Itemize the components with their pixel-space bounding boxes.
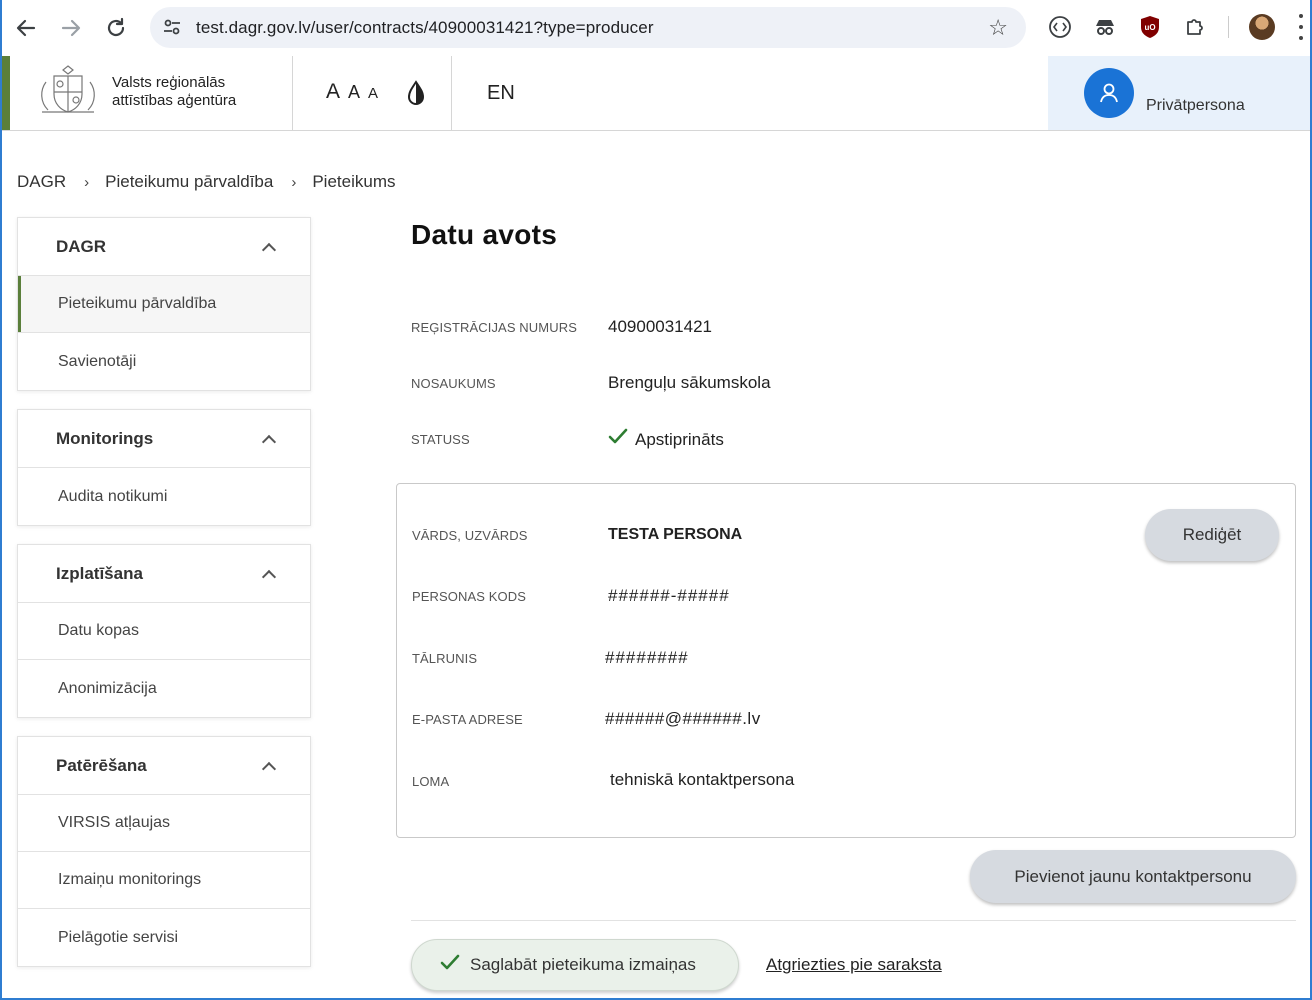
language-switch[interactable]: EN bbox=[487, 82, 515, 105]
reg-number-value: 40900031421 bbox=[608, 317, 713, 336]
profile-avatar[interactable] bbox=[1249, 14, 1275, 40]
personal-code-label: Personas kods bbox=[412, 589, 526, 604]
svg-text:uO: uO bbox=[1144, 23, 1155, 32]
back-arrow-icon[interactable] bbox=[10, 12, 42, 44]
menu-group-monitoring: Monitorings Audita notikumi bbox=[17, 409, 311, 526]
chevron-up-icon bbox=[261, 761, 277, 776]
font-size-control: A A A bbox=[326, 80, 378, 104]
menu-group-distribution: Izplatīšana Datu kopas Anonimizācija bbox=[17, 544, 311, 718]
person-name-value: TESTA PERSONA bbox=[608, 526, 743, 543]
sidebar-item-audit-events[interactable]: Audita notikumi bbox=[18, 468, 310, 525]
sidebar-item-virsis-permissions[interactable]: VIRSIS atļaujas bbox=[18, 795, 310, 852]
bookmark-star-icon[interactable]: ☆ bbox=[988, 15, 1008, 41]
site-header: Valsts reģionālās attīstības aģentūra A … bbox=[0, 56, 1312, 131]
sidebar: DAGR Pieteikumu pārvaldība Savienotāji M… bbox=[17, 217, 311, 985]
header-divider bbox=[292, 56, 293, 130]
sidebar-item-connectors[interactable]: Savienotāji bbox=[18, 333, 310, 390]
ublock-shield-icon[interactable]: uO bbox=[1137, 14, 1163, 40]
divider bbox=[411, 920, 1296, 921]
person-name-label: Vārds, uzvārds bbox=[412, 528, 528, 543]
sidebar-item-anonymization[interactable]: Anonimizācija bbox=[18, 660, 310, 717]
status-value: Apstiprināts bbox=[635, 430, 724, 449]
chevron-right-icon: › bbox=[84, 173, 90, 191]
phone-label: Tālrunis bbox=[412, 651, 478, 666]
role-value: tehniskā kontaktpersona bbox=[610, 770, 795, 789]
menu-group-header[interactable]: Patērēšana bbox=[18, 737, 310, 795]
chevron-up-icon bbox=[261, 242, 277, 257]
menu-group-title: Monitorings bbox=[56, 428, 154, 448]
agency-name-line1: Valsts reģionālās bbox=[112, 74, 226, 91]
font-size-small-button[interactable]: A bbox=[368, 85, 378, 102]
name-label: Nosaukums bbox=[411, 376, 496, 391]
sidebar-item-datasets[interactable]: Datu kopas bbox=[18, 603, 310, 660]
menu-group-dagr: DAGR Pieteikumu pārvaldība Savienotāji bbox=[17, 217, 311, 391]
edit-button[interactable]: Rediģēt bbox=[1145, 509, 1279, 561]
menu-group-header[interactable]: Monitorings bbox=[18, 410, 310, 468]
font-size-medium-button[interactable]: A bbox=[348, 82, 360, 103]
site-settings-icon[interactable] bbox=[162, 17, 182, 37]
reload-icon[interactable] bbox=[100, 12, 132, 44]
agency-name-line2: attīstības aģentūra bbox=[112, 92, 237, 109]
menu-group-consumption: Patērēšana VIRSIS atļaujas Izmaiņu monit… bbox=[17, 736, 311, 967]
email-label: E-pasta adrese bbox=[412, 712, 523, 727]
page-title: Datu avots bbox=[411, 219, 558, 250]
reg-number-label: Reģistrācijas numurs bbox=[411, 320, 577, 335]
coat-of-arms-icon[interactable] bbox=[36, 62, 100, 124]
name-value: Brenguļu sākumskola bbox=[608, 373, 771, 392]
contrast-toggle-icon[interactable] bbox=[406, 80, 426, 106]
menu-group-title: DAGR bbox=[56, 236, 107, 256]
status-label: Statuss bbox=[411, 432, 470, 447]
menu-group-title: Izplatīšana bbox=[56, 563, 143, 583]
user-icon bbox=[1084, 68, 1134, 118]
save-changes-label: Saglabāt pieteikuma izmaiņas bbox=[470, 955, 696, 974]
role-label: Loma bbox=[412, 774, 450, 789]
extension-spy-icon[interactable] bbox=[1092, 14, 1118, 40]
agency-name[interactable]: Valsts reģionālās attīstības aģentūra bbox=[112, 74, 236, 110]
sidebar-item-custom-services[interactable]: Pielāgotie servisi bbox=[18, 909, 310, 966]
menu-group-header[interactable]: Izplatīšana bbox=[18, 545, 310, 603]
add-contact-button[interactable]: Pievienot jaunu kontaktpersonu bbox=[970, 850, 1296, 903]
extension-code-icon[interactable] bbox=[1047, 14, 1073, 40]
font-size-large-button[interactable]: A bbox=[326, 80, 340, 104]
user-role-label: Privātpersona bbox=[1146, 97, 1245, 114]
chevron-up-icon bbox=[261, 434, 277, 449]
contact-person-card: Vārds, uzvārds TESTA PERSONA Rediģēt Per… bbox=[396, 483, 1296, 838]
breadcrumb: DAGR › Pieteikumu pārvaldība › Pieteikum… bbox=[17, 172, 395, 192]
chevron-right-icon: › bbox=[291, 173, 297, 191]
breadcrumb-item[interactable]: Pieteikumu pārvaldība bbox=[105, 172, 273, 192]
toolbar-divider bbox=[1228, 16, 1229, 38]
browser-menu-icon[interactable] bbox=[1298, 14, 1304, 40]
browser-toolbar: test.dagr.gov.lv/user/contracts/40900031… bbox=[0, 0, 1312, 56]
forward-arrow-icon[interactable] bbox=[55, 12, 87, 44]
chevron-up-icon bbox=[261, 569, 277, 584]
menu-group-header[interactable]: DAGR bbox=[18, 218, 310, 276]
url-text[interactable]: test.dagr.gov.lv/user/contracts/40900031… bbox=[196, 18, 654, 38]
save-changes-button[interactable]: Saglabāt pieteikuma izmaiņas bbox=[411, 939, 739, 991]
breadcrumb-current: Pieteikums bbox=[312, 172, 396, 191]
check-icon bbox=[440, 954, 460, 977]
email-value: ######@######.lv bbox=[605, 709, 761, 728]
phone-value: ######## bbox=[605, 648, 689, 667]
brand-bar bbox=[0, 56, 10, 130]
check-icon bbox=[608, 428, 628, 446]
user-menu[interactable]: Privātpersona bbox=[1048, 56, 1312, 130]
sidebar-item-change-monitoring[interactable]: Izmaiņu monitorings bbox=[18, 852, 310, 909]
breadcrumb-item[interactable]: DAGR bbox=[17, 172, 66, 192]
header-divider bbox=[451, 56, 452, 130]
back-to-list-link[interactable]: Atgriezties pie saraksta bbox=[766, 955, 942, 975]
menu-group-title: Patērēšana bbox=[56, 755, 147, 775]
sidebar-item-applications[interactable]: Pieteikumu pārvaldība bbox=[18, 276, 310, 333]
address-bar[interactable]: test.dagr.gov.lv/user/contracts/40900031… bbox=[150, 7, 1026, 48]
extensions-puzzle-icon[interactable] bbox=[1182, 14, 1208, 40]
personal-code-value: ######-##### bbox=[608, 586, 730, 605]
